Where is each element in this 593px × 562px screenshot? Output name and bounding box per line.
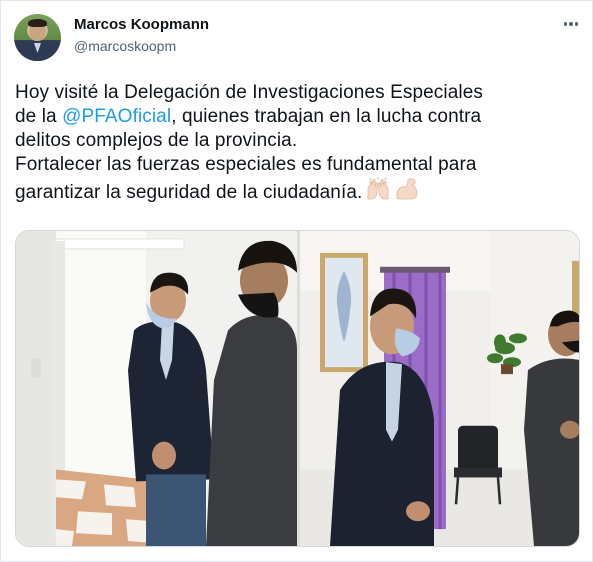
tweet-photo-2[interactable] xyxy=(300,231,579,546)
author-display-name[interactable]: Marcos Koopmann xyxy=(74,16,209,33)
tweet-text: Hoy visité la Delegación de Investigacio… xyxy=(15,81,580,208)
mention-link[interactable]: @PFAOficial xyxy=(62,106,171,127)
tweet-line-2-suffix: , quienes trabajan en la lucha contra xyxy=(171,106,482,127)
tweet-line-5: garantizar la seguridad de la ciudadanía… xyxy=(15,177,580,208)
tweet-line-1: Hoy visité la Delegación de Investigacio… xyxy=(15,82,483,103)
tweet-media-grid[interactable] xyxy=(15,230,580,547)
tweet-line-4: Fortalecer las fuerzas especiales es fun… xyxy=(15,154,477,175)
flexed-biceps-emoji-icon xyxy=(394,177,420,208)
tweet-line-2-prefix: de la xyxy=(15,106,63,127)
tweet-line-3: delitos complejos de la provincia. xyxy=(15,130,298,151)
tweet-line-5-text: garantizar la seguridad de la ciudadanía… xyxy=(15,182,363,203)
tweet-photo-1[interactable] xyxy=(16,231,297,546)
author-handle[interactable]: @marcoskoopm xyxy=(74,38,176,54)
more-options-icon[interactable] xyxy=(560,13,582,35)
tweet-card: Marcos Koopmann @marcoskoopm Hoy visité … xyxy=(0,0,593,562)
tweet-line-2: de la @PFAOficial, quienes trabajan en l… xyxy=(15,105,580,129)
raising-hands-emoji-icon xyxy=(365,177,391,208)
author-avatar[interactable] xyxy=(14,14,61,61)
